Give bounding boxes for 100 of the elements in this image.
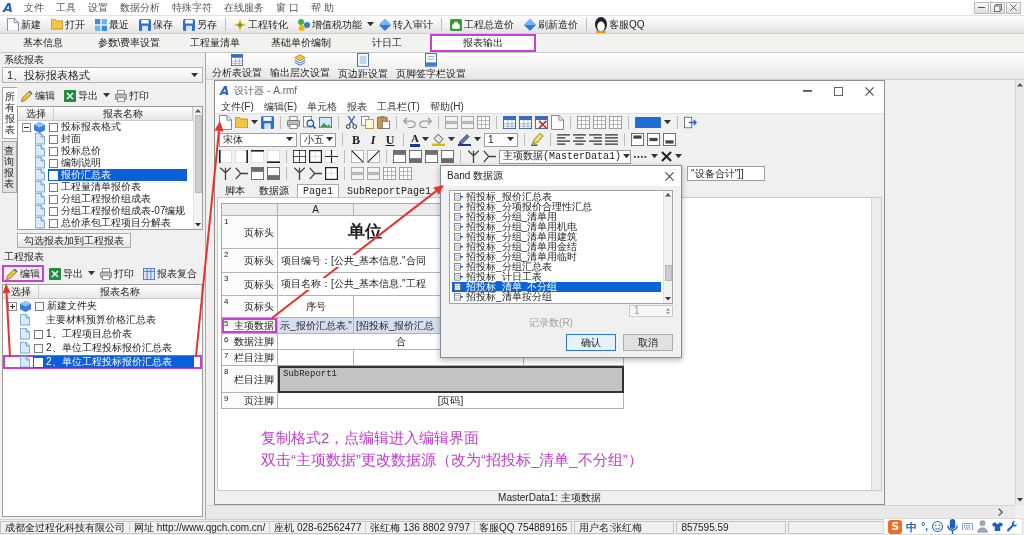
tree-item[interactable]: 报价汇总表: [48, 169, 187, 181]
tab[interactable]: 参数\费率设置: [86, 34, 172, 52]
tree-item[interactable]: 2、单位工程投标报价汇总表: [33, 356, 194, 368]
caret-down-icon[interactable]: [88, 271, 95, 276]
caret-down-icon[interactable]: [103, 93, 110, 98]
font-size-select[interactable]: 小五: [300, 132, 336, 147]
band-bottom-icon[interactable]: [441, 150, 454, 163]
color-swatch-icon[interactable]: [635, 116, 661, 129]
valign-middle-icon[interactable]: [646, 133, 660, 146]
tree-item[interactable]: 分组工程报价组成表-07编规: [48, 205, 188, 217]
cross-icon[interactable]: [661, 151, 672, 162]
band-label[interactable]: 栏目注脚: [234, 373, 274, 386]
toolbar-button[interactable]: 输出层次设置: [266, 53, 334, 79]
text-style-button[interactable]: B: [349, 132, 363, 147]
toolbar-button[interactable]: 页脚签字栏设置: [392, 53, 470, 79]
maximize-icon[interactable]: [834, 86, 843, 96]
restore-button[interactable]: [990, 1, 1005, 14]
toolbar-button[interactable]: 分析表设置: [208, 53, 266, 79]
align-right-icon[interactable]: [588, 133, 602, 146]
caret-down-icon[interactable]: [367, 22, 374, 27]
page-tab[interactable]: Page1: [297, 184, 339, 197]
line-width-select[interactable]: 1: [483, 132, 518, 147]
tree-item[interactable]: 总价承包工程项目分解表: [48, 217, 173, 229]
grid-icon[interactable]: [609, 116, 622, 129]
scrollbar-thumb[interactable]: [664, 264, 672, 281]
grid-icon[interactable]: [577, 116, 590, 129]
scrollbar[interactable]: [663, 191, 672, 303]
menu-item[interactable]: 在线服务: [218, 1, 271, 14]
band-bottom-icon[interactable]: [409, 150, 422, 163]
page-tab[interactable]: 脚本: [219, 184, 251, 197]
border-left-icon[interactable]: [219, 150, 232, 163]
text-style-button[interactable]: U: [383, 132, 397, 147]
toolbar-button[interactable]: 打印: [111, 87, 153, 104]
menu-item[interactable]: 设置: [82, 1, 115, 14]
checkbox[interactable]: [49, 194, 58, 204]
highlighter-icon[interactable]: [530, 133, 544, 146]
list-item[interactable]: 招投标_清单按分组: [452, 292, 555, 302]
merge-icon[interactable]: [235, 167, 248, 180]
tree-item[interactable]: 2、单位工程投标报价汇总表: [33, 342, 174, 354]
checkbox[interactable]: [49, 158, 58, 168]
menu-item[interactable]: 编辑(E): [258, 101, 303, 113]
tab[interactable]: 报表输出: [430, 34, 536, 52]
band-top-icon[interactable]: [393, 150, 406, 163]
toolbar-button[interactable]: 新建: [2, 16, 46, 33]
merge-icon[interactable]: [483, 150, 496, 163]
scrollbar[interactable]: [193, 107, 202, 229]
band-label[interactable]: 栏目注脚: [234, 352, 274, 364]
diagonal-down-icon[interactable]: [351, 150, 364, 163]
menu-item[interactable]: 文件: [18, 1, 51, 14]
minus-box-icon[interactable]: [22, 122, 31, 132]
checkbox[interactable]: [34, 343, 43, 353]
tab[interactable]: 工程量清单: [172, 34, 258, 52]
caret-down-icon[interactable]: [447, 137, 455, 142]
list-item[interactable]: 招投标_分组_清单用建筑: [452, 232, 581, 242]
side-tab[interactable]: 所有报表: [2, 87, 17, 139]
dialog-button[interactable]: 取消: [623, 334, 673, 351]
fork-icon[interactable]: [219, 167, 232, 180]
tree-item[interactable]: 封面: [48, 133, 83, 145]
list-item[interactable]: 招投标_清单_不分组: [452, 282, 661, 292]
checkbox[interactable]: [49, 182, 58, 192]
list-item[interactable]: 招投标_计日工表: [452, 272, 545, 282]
font-select[interactable]: 宋体: [219, 132, 297, 147]
checkbox[interactable]: [49, 218, 58, 228]
grid-icon[interactable]: [477, 116, 490, 129]
band-select[interactable]: 主项数据(MasterData1): [499, 149, 631, 164]
minimize-button[interactable]: [974, 1, 989, 14]
list-item[interactable]: 招投标_报价汇总表: [452, 192, 555, 202]
grid-icon[interactable]: [593, 116, 606, 129]
toolbar-button[interactable]: 保存: [134, 16, 178, 33]
toolbar-button[interactable]: 页边距设置: [334, 53, 392, 79]
band-top-icon[interactable]: [251, 167, 264, 180]
caret-down-icon[interactable]: [251, 120, 258, 125]
band-top-icon[interactable]: [425, 150, 438, 163]
align-left-icon[interactable]: [556, 133, 570, 146]
close-icon[interactable]: [865, 86, 874, 96]
fork-icon[interactable]: [467, 150, 480, 163]
side-tab[interactable]: 查询报表: [2, 141, 17, 193]
list-item[interactable]: 招投标_分组汇总表: [452, 262, 555, 272]
close-icon[interactable]: [665, 171, 674, 181]
tree-item[interactable]: 1、工程项目总价表: [33, 328, 134, 340]
grid-icon[interactable]: [383, 167, 396, 180]
list-item[interactable]: 招投标_分项报价合理性汇总: [452, 202, 595, 212]
tree-item[interactable]: 分组工程报价组成表: [48, 193, 153, 205]
toolbar-button[interactable]: 编辑: [17, 87, 59, 104]
menu-item[interactable]: 文件(F): [216, 101, 259, 113]
menu-item[interactable]: 窗 口: [270, 1, 305, 14]
menu-item[interactable]: 工具: [50, 1, 83, 14]
shirt-icon[interactable]: [992, 521, 1003, 532]
table-icon[interactable]: [503, 116, 516, 129]
pen-icon[interactable]: [457, 133, 471, 146]
tree-item[interactable]: 新建文件夹: [34, 300, 99, 312]
tree-item[interactable]: 编制说明: [48, 157, 103, 169]
plus-box-icon[interactable]: [8, 301, 17, 311]
valign-top-icon[interactable]: [630, 133, 644, 146]
scrollbar-thumb[interactable]: [194, 114, 202, 193]
caret-down-icon[interactable]: [664, 120, 671, 125]
toolbar-button[interactable]: 导出: [45, 265, 87, 282]
toolbar-button[interactable]: 最近: [90, 16, 134, 33]
tab[interactable]: 基本信息: [0, 34, 86, 52]
add-to-project-button[interactable]: 勾选报表加到工程报表: [17, 233, 131, 248]
